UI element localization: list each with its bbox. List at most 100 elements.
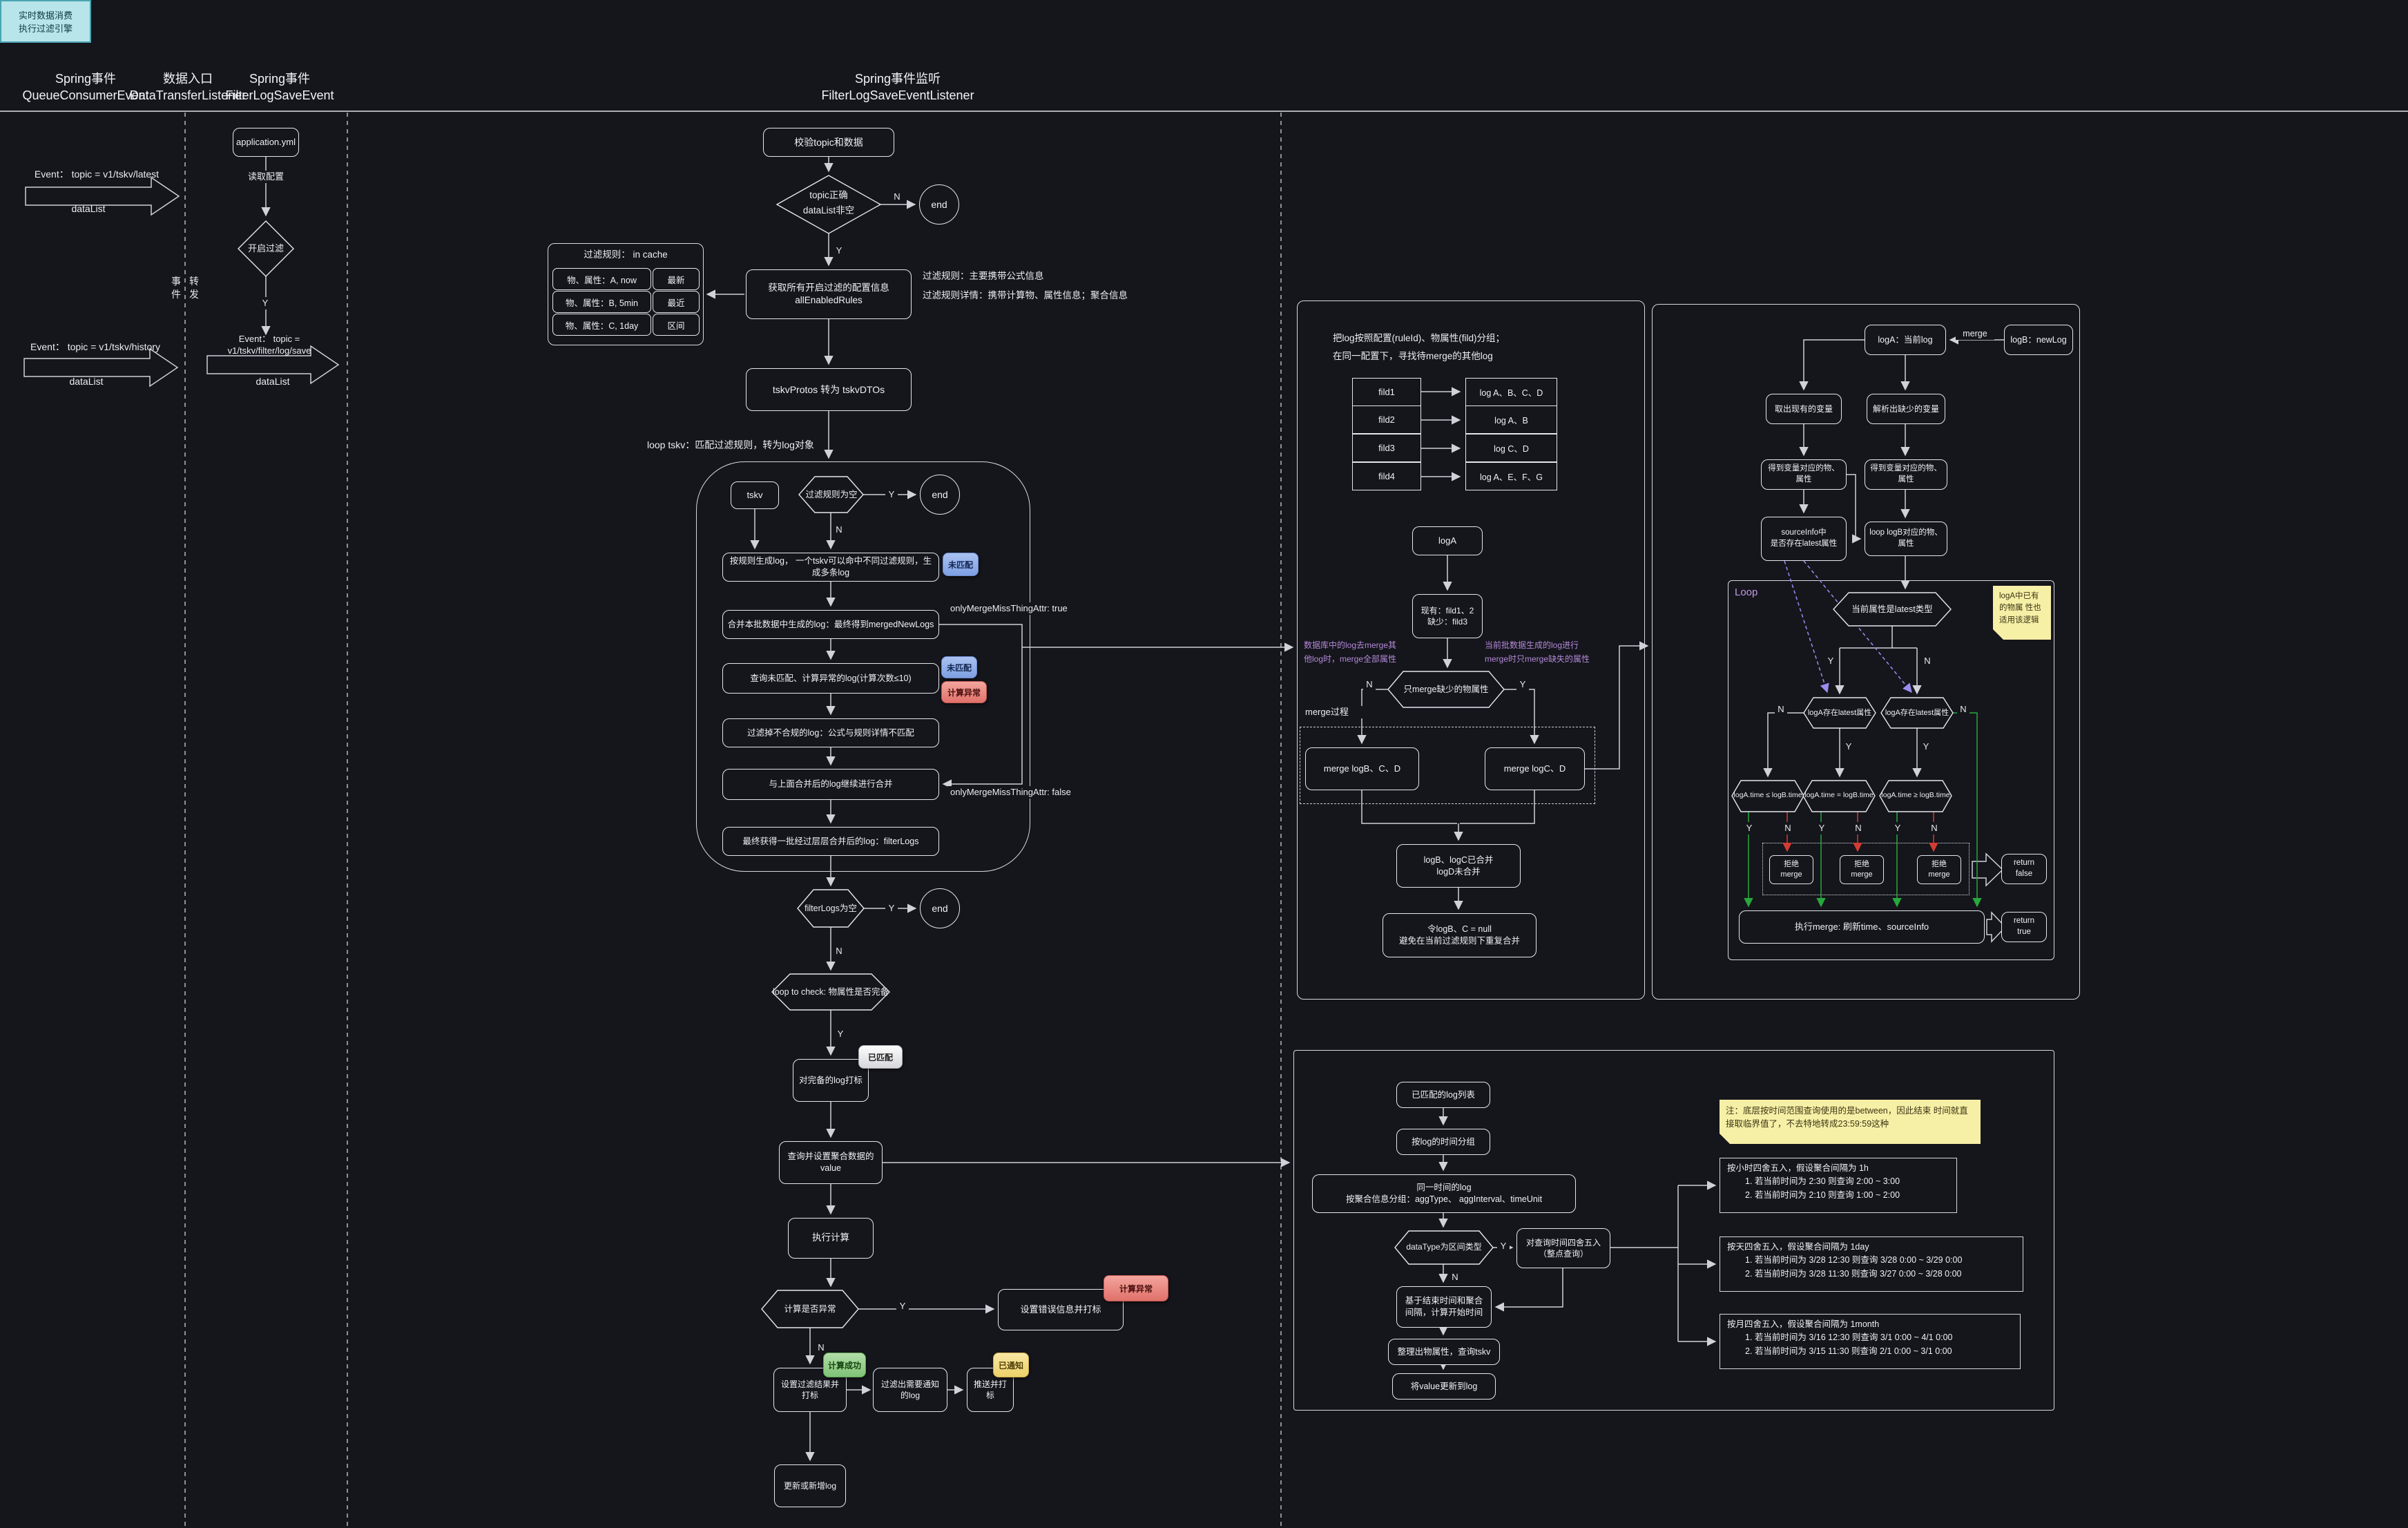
set-null-node: 令logB、C = null 避免在当前过滤规则下重复合并: [1383, 913, 1537, 957]
filter-enabled-yes-label: Y: [258, 297, 272, 309]
rule-empty-decision: 过滤规则为空: [799, 488, 864, 502]
field-logs-cell: log A、B: [1465, 405, 1557, 434]
event-history-label: Event： topic = v1/tskv/history: [6, 340, 185, 354]
proto-to-dto-node: tskvProtos 转为 tskvDTOs: [746, 368, 912, 411]
time-eq-no-label: N: [1852, 822, 1865, 834]
field-cell: fild4: [1352, 462, 1421, 490]
only-merge-false-label: onlyMergeMissThingAttr: false: [947, 786, 1103, 799]
event-history-payload: dataList: [31, 374, 142, 388]
sort-query-tskv-node: 整理出物属性，查询tskv: [1388, 1339, 1500, 1365]
only-merge-true-label: onlyMergeMissThingAttr: true: [947, 602, 1099, 615]
db-merge-note-line2: 他log时，merge全部属性: [1304, 653, 1416, 666]
have-line: 现有：fild1、2: [1421, 605, 1474, 616]
return-false-node: return false: [2001, 854, 2047, 884]
loop-check-yes-label: Y: [834, 1028, 847, 1040]
rule-cache-row-value: 最新: [653, 268, 700, 290]
batch-merge-note-line2: merge时只merge缺失的属性: [1485, 653, 1609, 666]
exec-merge-node: 执行merge: 刷新time、sourceInfo: [1739, 910, 1985, 944]
hour-rounding-box: 按小时四舍五入，假设聚合间隔为 1h 1. 若当前时间为 2:30 则查询 2:…: [1720, 1158, 1957, 1213]
set-null-line2: 避免在当前过滤规则下重复合并: [1399, 935, 1520, 947]
month-rounding-item2: 2. 若当前时间为 3/15 11:30 则查询 2/1 0:00 ~ 3/1 …: [1727, 1345, 2013, 1358]
calc-error-no-label: N: [815, 1341, 827, 1354]
matched-badge: 已匹配: [858, 1045, 903, 1069]
a-has-latest-decision: logA存在latest属性: [1802, 707, 1877, 719]
field-logs-cell: log C、D: [1465, 434, 1557, 462]
get-enabled-rules-line1: 获取所有开启过滤的配置信息: [768, 282, 889, 294]
loop-label: Loop: [1735, 586, 1776, 600]
event-latest-payload: dataList: [33, 202, 144, 216]
sourceinfo-line2: 是否存在latest属性: [1771, 539, 1838, 550]
field-logs-cell: log A、E、F、G: [1465, 462, 1557, 490]
a-has-latest-decision: logA存在latest属性: [1880, 707, 1954, 719]
round-query-time-node: 对查询时间四舍五入 （整点查询）: [1516, 1228, 1610, 1268]
between-note-line1: 注：底层按时间范围查询使用的是between，因此结束: [1726, 1106, 1931, 1116]
day-rounding-title: 按天四舍五入，假设聚合间隔为 1day: [1727, 1241, 2016, 1254]
end-node: end: [920, 888, 960, 928]
event-latest-label: Event： topic = v1/tskv/latest: [7, 167, 186, 181]
reject-merge-node: 拒绝merge: [1840, 855, 1884, 884]
datatype-decision: dataType为区间类型: [1395, 1241, 1493, 1254]
topic-ok-yes-label: Y: [833, 245, 845, 257]
lane3-title: Spring事件: [224, 72, 335, 87]
day-rounding-box: 按天四舍五入，假设聚合间隔为 1day 1. 若当前时间为 3/28 12:30…: [1720, 1236, 2023, 1292]
topic-ok-no-label: N: [891, 191, 903, 203]
filterlogs-empty-no-label: N: [833, 945, 845, 957]
datatype-no-label: N: [1449, 1271, 1461, 1283]
has-latest-left-no-label: N: [1775, 703, 1787, 716]
end-node: end: [920, 475, 960, 515]
calc-error-badge: 计算异常: [1104, 1275, 1168, 1301]
sourceinfo-line1: sourceInfo中: [1781, 528, 1826, 539]
calc-error-yes-label: Y: [896, 1300, 909, 1312]
rule-cache-row-value: 区间: [653, 314, 700, 336]
get-enabled-rules-node: 获取所有开启过滤的配置信息 allEnabledRules: [746, 269, 912, 319]
final-filterlogs-node: 最终获得一批经过层层合并后的log：filterLogs: [722, 827, 939, 856]
tskv-node: tskv: [731, 481, 779, 509]
topic-ok-decision-line1: topic正确: [780, 188, 877, 203]
db-merge-note-line1: 数据库中的log去merge其: [1304, 640, 1416, 652]
merge-group-title-line1: 把log按照配置(ruleId)、物属性(fild)分组；: [1333, 332, 1581, 345]
event-filter-save-payload: dataList: [228, 374, 318, 388]
round-line1: 对查询时间四舍五入: [1526, 1237, 1601, 1248]
only-merge-yes-label: Y: [1516, 678, 1529, 691]
unmatched-badge: 未匹配: [943, 553, 979, 576]
merged-line2: logD未合并: [1436, 866, 1480, 878]
set-agg-value-node: 查询并设置聚合数据的value: [779, 1141, 883, 1184]
only-merge-no-label: N: [1363, 678, 1376, 691]
has-latest-left-yes-label: Y: [1842, 741, 1855, 753]
only-merge-missing-decision: 只merge缺少的物属性: [1388, 682, 1504, 696]
rule-cache-row-key: 物、属性：A, now: [552, 268, 651, 290]
take-vars-node: 取出现有的变量: [1766, 394, 1842, 424]
time-le-yes-label: Y: [1743, 822, 1755, 834]
reject-merge-node: 拒绝merge: [1769, 855, 1813, 884]
mark-complete-node: 对完备的log打标: [793, 1059, 869, 1102]
get-enabled-rules-line2: allEnabledRules: [795, 294, 863, 307]
application-yml-node: application.yml: [233, 128, 299, 157]
title-badge-line2: 执行过滤引擎: [19, 21, 73, 35]
time-ge-yes-label: Y: [1891, 822, 1904, 834]
rule-empty-no-label: N: [833, 524, 845, 536]
filter-notify-node: 过滤出需要通知的log: [873, 1368, 947, 1412]
have-missing-node: 现有：fild1、2 缺少：fild3: [1412, 594, 1483, 638]
calc-start-time-node: 基于结束时间和聚合 间隔，计算开始时间: [1396, 1286, 1492, 1328]
between-note: 注：底层按时间范围查询使用的是between，因此结束 时间就直接取临界值了，不…: [1720, 1100, 1981, 1144]
rule-cache-row-key: 物、属性：B, 5min: [552, 291, 651, 313]
notified-badge: 已通知: [993, 1353, 1029, 1377]
merge-batch-node: 合并本批数据中生成的log：最终得到mergedNewLogs: [722, 610, 939, 639]
has-latest-right-yes-label: Y: [1920, 741, 1932, 753]
attrs-from-vars-node: 得到变量对应的物、属性: [1761, 459, 1847, 490]
rule-cache-title: 过滤规则： in cache: [555, 247, 697, 262]
merge-cd-node: merge logC、D: [1485, 747, 1585, 790]
validate-topic-node: 校验topic和数据: [763, 128, 894, 157]
hour-rounding-item2: 2. 若当前时间为 2:10 则查询 1:00 ~ 2:00: [1727, 1189, 1949, 1202]
calc-ok-badge: 计算成功: [823, 1353, 866, 1377]
month-rounding-item1: 1. 若当前时间为 3/16 12:30 则查询 3/1 0:00 ~ 4/1 …: [1727, 1331, 2013, 1344]
loop-logb-attrs-node: loop logB对应的物、属性: [1865, 522, 1947, 556]
topic-ok-decision-line2: dataList非空: [780, 203, 877, 218]
merge-process-label: merge过程: [1302, 706, 1365, 718]
merge-group-title-line2: 在同一配置下，寻找待merge的其他log: [1333, 350, 1581, 363]
hour-rounding-title: 按小时四舍五入，假设聚合间隔为 1h: [1727, 1162, 1949, 1175]
set-null-line1: 令logB、C = null: [1427, 924, 1492, 935]
read-config-label: 读取配置: [238, 171, 293, 183]
lane4-title: Spring事件监听: [842, 72, 953, 87]
title-badge-line1: 实时数据消费: [19, 8, 73, 21]
